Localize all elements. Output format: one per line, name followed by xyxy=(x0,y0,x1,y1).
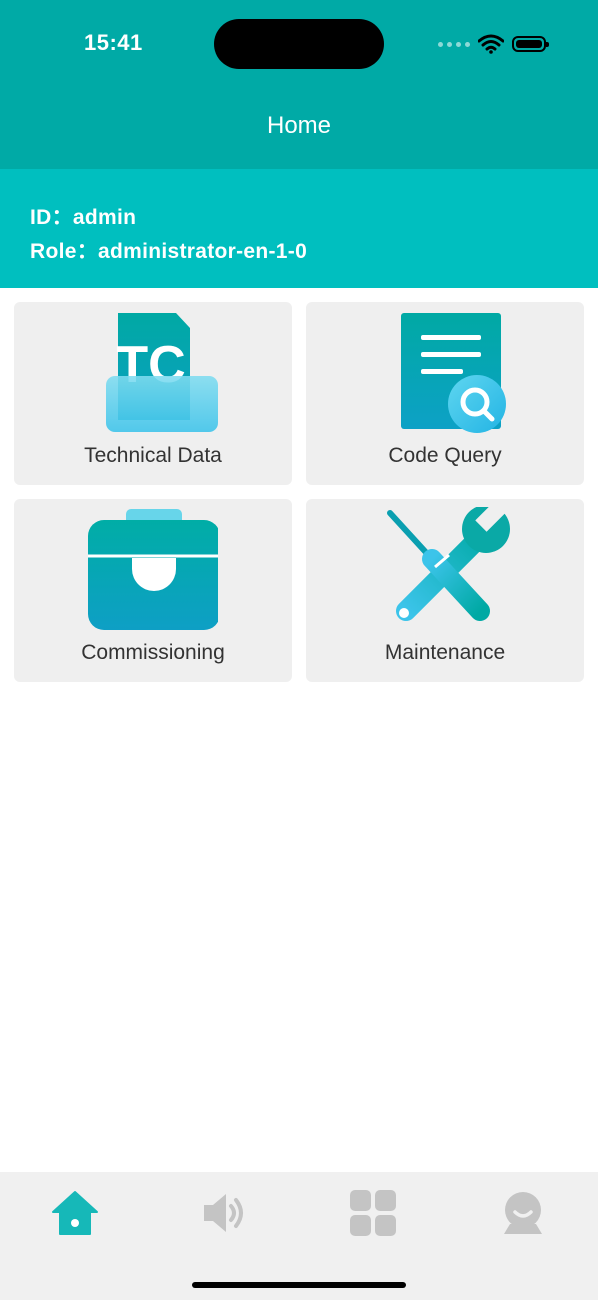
technical-data-icon: TC xyxy=(106,313,218,432)
user-role: Role：administrator-en-1-0 xyxy=(30,240,308,263)
grid-icon[interactable] xyxy=(348,1188,398,1238)
home-indicator xyxy=(192,1282,406,1288)
profile-icon[interactable] xyxy=(498,1188,548,1238)
user-id: ID：admin xyxy=(30,206,137,229)
status-icons xyxy=(438,33,549,55)
maintenance-label: Maintenance xyxy=(384,641,506,664)
battery-icon xyxy=(512,36,549,52)
technical-data-button[interactable]: TC Technical Data xyxy=(14,302,292,485)
commissioning-label: Commissioning xyxy=(81,641,225,664)
code-query-label: Code Query xyxy=(388,444,502,467)
dynamic-island xyxy=(214,19,384,69)
menu-grid: TC Technical Data Code Query Commissioni… xyxy=(14,302,584,682)
maintenance-icon xyxy=(387,507,510,621)
commissioning-button[interactable]: Commissioning xyxy=(14,499,292,682)
user-info-panel: ID：admin Role：administrator-en-1-0 xyxy=(0,169,598,288)
maintenance-button[interactable]: Maintenance xyxy=(306,499,584,682)
signal-icon xyxy=(438,41,470,47)
wifi-icon xyxy=(478,34,504,54)
home-icon[interactable] xyxy=(50,1188,100,1238)
code-query-button[interactable]: Code Query xyxy=(306,302,584,485)
header: 15:41 Home xyxy=(0,0,598,169)
tab-bar xyxy=(0,1172,598,1300)
page-title: Home xyxy=(266,112,332,139)
code-query-icon xyxy=(401,313,506,433)
technical-data-label: Technical Data xyxy=(84,444,222,467)
commissioning-icon xyxy=(88,509,218,630)
speaker-icon[interactable] xyxy=(199,1188,249,1238)
status-time: 15:41 xyxy=(84,30,143,55)
